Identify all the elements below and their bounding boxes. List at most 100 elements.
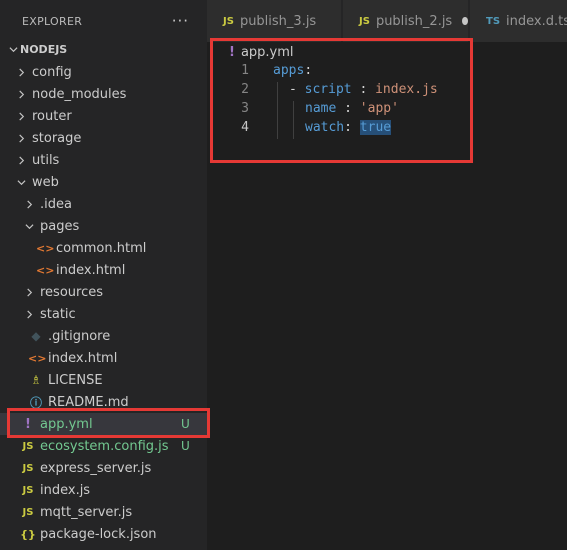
yaml-value: index.js	[375, 82, 438, 97]
tree-item-label: static	[40, 306, 76, 322]
line-number: 3	[241, 101, 249, 116]
chevron-down-icon	[6, 43, 20, 56]
typescript-file-icon: TS	[486, 15, 501, 27]
indent-guide	[277, 82, 278, 139]
tree-root-label: NODEJS	[20, 42, 68, 56]
javascript-file-icon: JS	[22, 440, 34, 452]
license-file-icon: ♗	[30, 373, 42, 387]
tree-item-common-html[interactable]: <> common.html	[0, 237, 207, 259]
tree-item-label: mqtt_server.js	[40, 504, 133, 520]
javascript-file-icon: JS	[22, 462, 34, 474]
tree-item-label: index.js	[40, 482, 91, 498]
code-editor[interactable]: ! app.yml 1 2 3 4 apps: - script : index…	[207, 42, 567, 550]
yaml-dash: -	[289, 82, 305, 97]
tab-publish-2[interactable]: JS publish_2.js	[343, 0, 469, 42]
tree-item-label: storage	[32, 130, 82, 146]
breadcrumb-file[interactable]: app.yml	[241, 45, 294, 60]
tree-item-config[interactable]: config	[0, 61, 207, 83]
tree-item-utils[interactable]: utils	[0, 149, 207, 171]
tree-item-index-html[interactable]: <> index.html	[0, 259, 207, 281]
chevron-right-icon	[14, 154, 28, 167]
tree-item-gitignore[interactable]: ◆ .gitignore	[0, 325, 207, 347]
tree-item-readme-md[interactable]: ⓘ README.md	[0, 391, 207, 413]
git-untracked-badge: U	[181, 417, 190, 431]
code-line-1: apps:	[273, 63, 312, 78]
tree-item-index-html[interactable]: <> index.html	[0, 347, 207, 369]
tree-item-node-modules[interactable]: node_modules	[0, 83, 207, 105]
chevron-down-icon	[14, 176, 28, 189]
line-number: 1	[241, 63, 249, 78]
tree-item-label: node_modules	[32, 86, 127, 102]
tree-item-label: app.yml	[40, 416, 93, 432]
yaml-file-icon: !	[25, 416, 31, 432]
html-file-icon: <>	[36, 263, 55, 277]
tree-item-label: ecosystem.config.js	[40, 438, 169, 454]
tree-item-web[interactable]: web	[0, 171, 207, 193]
unsaved-dot-icon[interactable]	[462, 17, 468, 25]
yaml-key: name	[305, 101, 337, 116]
line-number-active: 4	[241, 120, 249, 135]
chevron-right-icon	[14, 132, 28, 145]
explorer-title: EXPLORER	[22, 14, 83, 28]
javascript-file-icon: JS	[359, 15, 370, 27]
tree-item-label: router	[32, 108, 72, 124]
tree-root-nodejs[interactable]: NODEJS	[0, 38, 207, 60]
tree-item-label: index.html	[48, 350, 118, 366]
line-number: 2	[241, 82, 249, 97]
info-icon: ⓘ	[29, 395, 42, 410]
tree-item-label: common.html	[56, 240, 147, 256]
yaml-separator: :	[304, 63, 313, 78]
tree-item-index-js[interactable]: JS index.js	[0, 479, 207, 501]
tab-label: publish_3.js	[239, 13, 317, 29]
yaml-value-selected: true	[359, 120, 392, 135]
tree-item-label: index.html	[56, 262, 126, 278]
tree-item-pages[interactable]: pages	[0, 215, 207, 237]
tree-item-storage[interactable]: storage	[0, 127, 207, 149]
breadcrumb[interactable]: ! app.yml	[229, 42, 294, 62]
tree-item-ecosystem-config-js[interactable]: JS ecosystem.config.js U	[0, 435, 207, 457]
yaml-key: apps	[273, 63, 305, 78]
tree-item-label: README.md	[48, 394, 129, 410]
html-file-icon: <>	[36, 241, 55, 255]
html-file-icon: <>	[28, 351, 47, 365]
code-line-3: name : 'app'	[305, 101, 399, 116]
code-line-2: - script : index.js	[289, 82, 438, 97]
tab-label: index.d.ts	[506, 13, 567, 29]
tree-item-label: utils	[32, 152, 60, 168]
tree-item-router[interactable]: router	[0, 105, 207, 127]
chevron-right-icon	[22, 308, 36, 321]
tree-item-express-server-js[interactable]: JS express_server.js	[0, 457, 207, 479]
tree-item-package-lock-json[interactable]: {} package-lock.json	[0, 523, 207, 545]
tree-item-label: express_server.js	[40, 460, 152, 476]
tree-item-label: .gitignore	[48, 328, 111, 344]
code-line-4: watch: true	[305, 120, 392, 135]
json-file-icon: {}	[20, 527, 36, 541]
chevron-right-icon	[14, 88, 28, 101]
more-actions-icon[interactable]: ···	[172, 13, 189, 29]
tree-item-mqtt-server-js[interactable]: JS mqtt_server.js	[0, 501, 207, 523]
yaml-value: 'app'	[359, 101, 399, 116]
javascript-file-icon: JS	[223, 15, 234, 27]
tree-item-label: package-lock.json	[40, 526, 157, 542]
tab-label: publish_2.js	[375, 13, 453, 29]
explorer-sidebar: EXPLORER ··· NODEJS config node_modulesro…	[0, 0, 207, 550]
tree-item-app-yml[interactable]: ! app.yml U	[0, 413, 207, 435]
git-untracked-badge: U	[181, 439, 190, 453]
yaml-separator: :	[351, 82, 376, 97]
editor-tab-bar: JS publish_3.js JS publish_2.js TS index…	[207, 0, 567, 42]
tab-publish-3[interactable]: JS publish_3.js	[207, 0, 342, 42]
tree-item-static[interactable]: static	[0, 303, 207, 325]
tree-item-label: resources	[40, 284, 104, 300]
tree-item-idea[interactable]: .idea	[0, 193, 207, 215]
tree-item-resources[interactable]: resources	[0, 281, 207, 303]
chevron-down-icon	[22, 220, 36, 233]
tree-item-license[interactable]: ♗ LICENSE	[0, 369, 207, 391]
javascript-file-icon: JS	[22, 484, 34, 496]
yaml-key: script	[304, 82, 352, 97]
yaml-separator: :	[336, 101, 360, 116]
tree-item-label: config	[32, 64, 72, 80]
yaml-separator: :	[344, 120, 360, 135]
tab-index-d-ts[interactable]: TS index.d.ts	[470, 0, 567, 42]
indent-guide	[293, 101, 294, 139]
explorer-header: EXPLORER ···	[0, 0, 207, 42]
